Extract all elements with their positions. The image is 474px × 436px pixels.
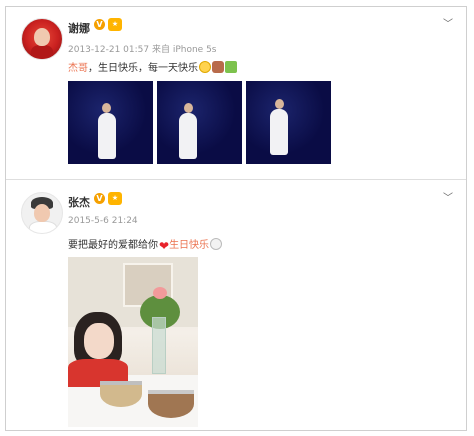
avatar-body xyxy=(29,221,57,233)
cat-emoji-icon xyxy=(210,238,223,250)
chevron-down-icon[interactable]: ﹀ xyxy=(443,15,453,30)
avatar-body xyxy=(31,45,53,59)
cake-emoji-icon xyxy=(212,61,224,73)
post-meta: 2015-5-6 21:24 xyxy=(68,216,138,226)
verified-badge-icon: V xyxy=(94,19,105,30)
performer-figure xyxy=(98,113,116,159)
heart-emoji-icon: ❤ xyxy=(159,239,170,253)
photo-thumbnail-2[interactable] xyxy=(157,81,242,164)
username[interactable]: 张杰 xyxy=(68,194,90,210)
avatar[interactable] xyxy=(21,192,63,234)
photo-thumbnail-1[interactable] xyxy=(68,81,153,164)
post-text: 要把最好的爱都给你❤生日快乐 xyxy=(68,236,223,253)
post-photo[interactable] xyxy=(68,257,198,427)
hashtag-link[interactable]: 生日快乐 xyxy=(169,240,209,251)
vip-crown-icon: ★ xyxy=(108,18,122,31)
avatar-face xyxy=(34,28,50,46)
weibo-feed: 谢娜 V ★ ﹀ 2013-12-21 01:57 来自 iPhone 5s 杰… xyxy=(5,6,467,431)
laughing-emoji-icon xyxy=(199,61,211,73)
performer-head xyxy=(275,99,284,109)
performer-figure xyxy=(270,109,288,155)
bowl-of-nuts xyxy=(100,381,142,407)
performer-head xyxy=(184,103,193,113)
gift-emoji-icon xyxy=(225,61,237,73)
mention-link[interactable]: 杰哥 xyxy=(68,63,88,74)
chevron-down-icon[interactable]: ﹀ xyxy=(443,189,453,204)
bowl-of-nuts xyxy=(148,390,194,418)
post-text-main: 要把最好的爱都给你 xyxy=(68,240,158,251)
username[interactable]: 谢娜 xyxy=(68,20,90,36)
post-text: 杰哥，生日快乐，每一天快乐 xyxy=(68,59,237,74)
post-zhangjie: 张杰 V ★ ﹀ 2015-5-6 21:24 要把最好的爱都给你❤生日快乐 xyxy=(6,181,466,431)
avatar[interactable] xyxy=(21,18,63,60)
verified-badge-icon: V xyxy=(94,193,105,204)
divider xyxy=(6,179,466,180)
performer-head xyxy=(102,103,111,113)
person-face xyxy=(84,323,114,359)
post-xiena: 谢娜 V ★ ﹀ 2013-12-21 01:57 来自 iPhone 5s 杰… xyxy=(6,7,466,179)
post-meta: 2013-12-21 01:57 来自 iPhone 5s xyxy=(68,45,217,55)
post-text-main: ，生日快乐，每一天快乐 xyxy=(88,63,198,74)
performer-figure xyxy=(179,113,197,159)
flower xyxy=(153,287,167,299)
photo-thumbnail-3[interactable] xyxy=(246,81,331,164)
glass-vase xyxy=(152,317,166,374)
vip-crown-icon: ★ xyxy=(108,192,122,205)
avatar-face xyxy=(34,204,50,222)
